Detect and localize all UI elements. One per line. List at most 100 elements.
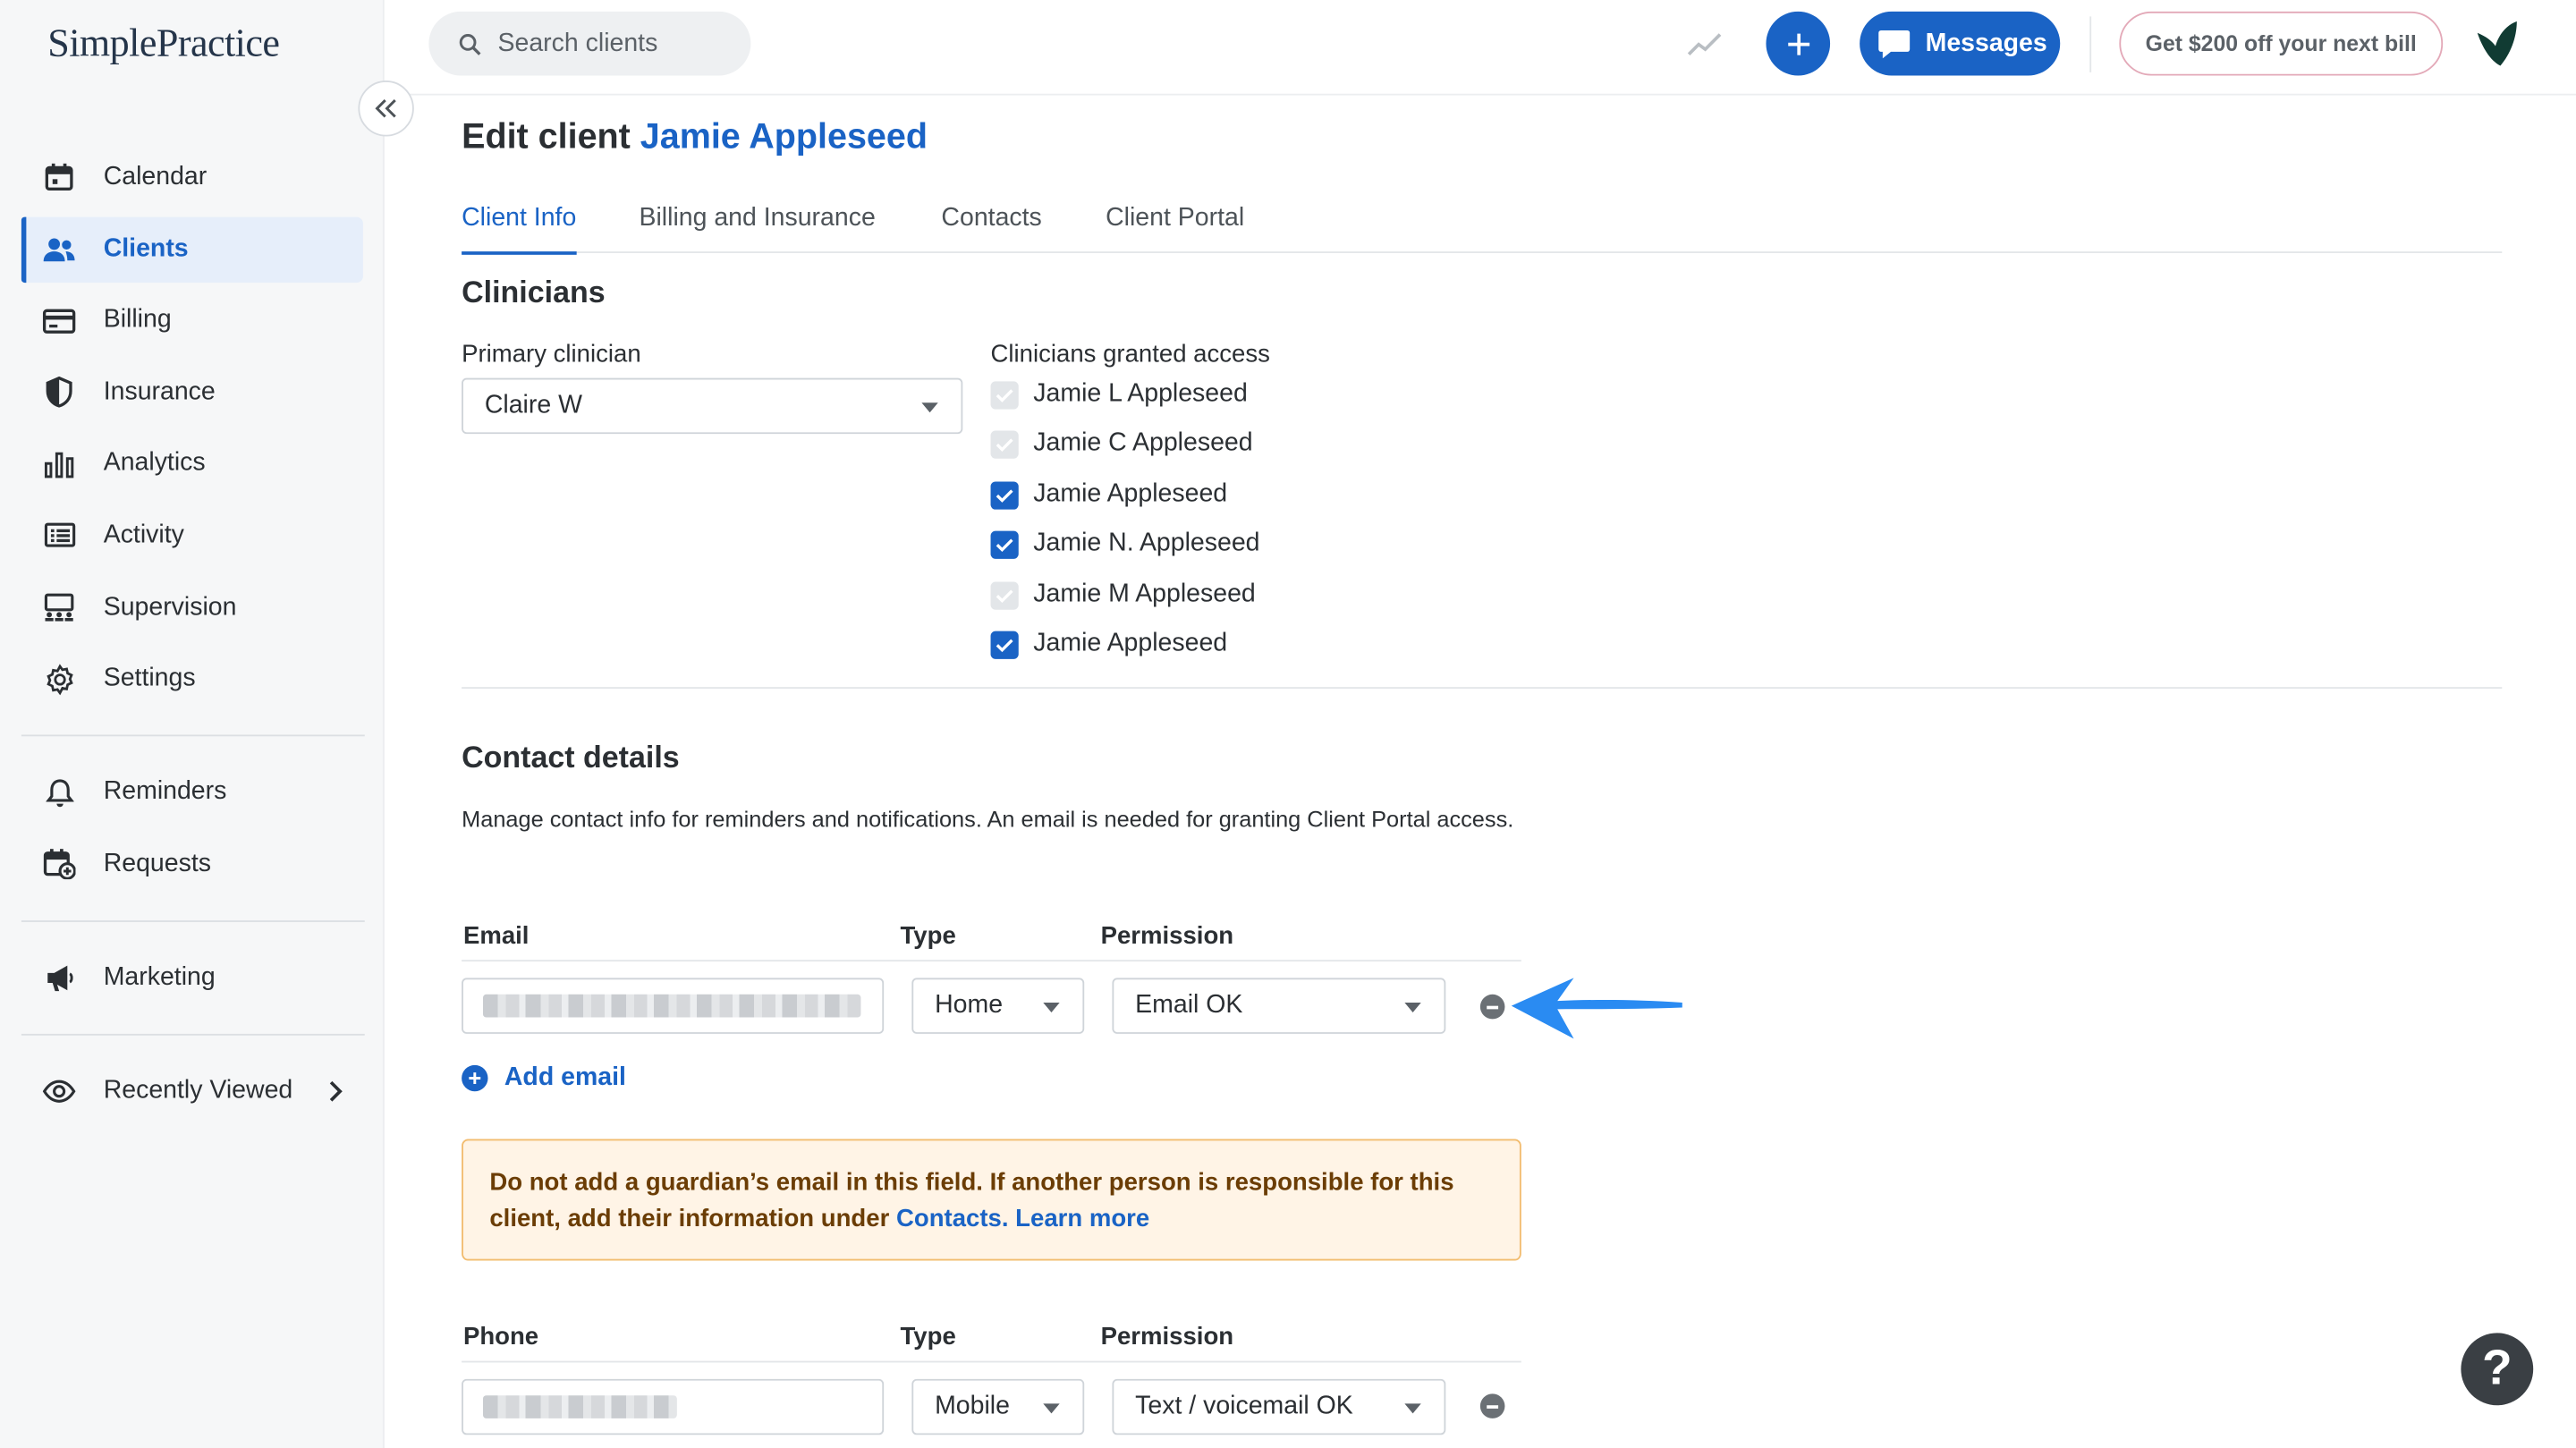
sidebar-item-reminders[interactable]: Reminders: [21, 759, 363, 826]
remove-phone-button[interactable]: [1479, 1393, 1505, 1418]
users-icon: [41, 231, 77, 267]
sidebar-nav: Calendar Clients Billing Insurance Analy…: [21, 145, 365, 1130]
caret-down-icon: [1043, 1403, 1060, 1414]
help-label: ?: [2481, 1341, 2512, 1396]
messages-button[interactable]: Messages: [1860, 11, 2061, 76]
clinician-name: Jamie M Appleseed: [1033, 580, 1256, 608]
plus-circle-icon: [462, 1064, 488, 1092]
sidebar-item-marketing[interactable]: Marketing: [21, 944, 363, 1011]
add-new-button[interactable]: [1766, 11, 1831, 76]
primary-clinician-label: Primary clinician: [462, 340, 641, 368]
clinician-access-row: Jamie C Appleseed: [990, 428, 1253, 461]
promo-referral-button[interactable]: Get $200 off your next bill: [2119, 11, 2444, 76]
brand-leaf-icon[interactable]: [2470, 16, 2523, 77]
sidebar-item-label: Marketing: [103, 962, 216, 991]
search-input[interactable]: [497, 29, 728, 59]
add-email-label: Add email: [504, 1063, 626, 1092]
top-bar: Messages Get $200 off your next bill: [384, 0, 2576, 96]
email-permission-value: Email OK: [1135, 991, 1243, 1020]
sidebar-item-requests[interactable]: Requests: [21, 831, 363, 897]
search-icon: [458, 32, 481, 55]
collapse-sidebar-button[interactable]: [358, 80, 414, 137]
clinician-access-row: Jamie M Appleseed: [990, 579, 1256, 612]
email-permission-select[interactable]: Email OK: [1112, 978, 1446, 1034]
email-type-value: Home: [935, 991, 1004, 1020]
contacts-link[interactable]: Contacts.: [896, 1205, 1009, 1232]
search-box[interactable]: [428, 11, 751, 76]
checkbox-checked[interactable]: [990, 529, 1019, 558]
sidebar-item-insurance[interactable]: Insurance: [21, 360, 363, 426]
supervision-icon: [41, 589, 77, 625]
sidebar-item-label: Recently Viewed: [103, 1076, 293, 1105]
clinician-access-row: Jamie L Appleseed: [990, 378, 1248, 411]
sidebar: SimplePractice Calendar Clients Billing: [0, 0, 385, 1448]
email-type-select[interactable]: Home: [911, 978, 1085, 1034]
phone-type-select[interactable]: Mobile: [911, 1378, 1085, 1435]
trend-line-icon[interactable]: [1685, 26, 1724, 67]
sidebar-item-calendar[interactable]: Calendar: [21, 145, 363, 211]
caret-down-icon: [1404, 1002, 1421, 1013]
credit-card-icon: [41, 302, 77, 338]
learn-more-link[interactable]: Learn more: [1015, 1205, 1149, 1232]
phone-permission-value: Text / voicemail OK: [1135, 1392, 1353, 1420]
tab-client-info[interactable]: Client Info: [462, 204, 577, 255]
remove-email-button[interactable]: [1479, 994, 1505, 1020]
sidebar-item-label: Insurance: [103, 377, 216, 406]
sidebar-item-clients[interactable]: Clients: [21, 216, 363, 283]
add-email-link[interactable]: Add email: [462, 1063, 626, 1093]
help-button[interactable]: ?: [2461, 1333, 2534, 1406]
email-type-column-header: Type: [900, 921, 956, 951]
clinician-access-row[interactable]: Jamie Appleseed: [990, 628, 1227, 661]
clinician-access-row[interactable]: Jamie N. Appleseed: [990, 528, 1259, 561]
shield-icon: [41, 375, 77, 411]
tab-billing-and-insurance[interactable]: Billing and Insurance: [639, 204, 875, 253]
plus-icon: [1785, 30, 1811, 56]
clinician-access-row[interactable]: Jamie Appleseed: [990, 478, 1227, 512]
client-name-link[interactable]: Jamie Appleseed: [640, 116, 928, 156]
email-column-header: Email: [462, 921, 530, 951]
sidebar-item-label: Supervision: [103, 592, 237, 621]
checkbox-disabled: [990, 380, 1019, 409]
chevron-right-icon: [328, 1080, 343, 1111]
sidebar-item-label: Activity: [103, 521, 184, 549]
logo-text: SimplePractice: [47, 22, 280, 66]
clinicians-section-title: Clinicians: [462, 274, 606, 309]
sidebar-item-analytics[interactable]: Analytics: [21, 431, 363, 497]
phone-permission-column-header: Permission: [1100, 1323, 1234, 1351]
sidebar-item-billing[interactable]: Billing: [21, 288, 363, 354]
checkbox-checked[interactable]: [990, 480, 1019, 509]
contact-details-section-title: Contact details: [462, 739, 680, 775]
sidebar-item-label: Clients: [103, 234, 189, 263]
sidebar-item-label: Settings: [103, 664, 196, 692]
phone-input[interactable]: [462, 1378, 885, 1435]
tab-contacts[interactable]: Contacts: [941, 204, 1041, 253]
sidebar-item-recently-viewed[interactable]: Recently Viewed: [21, 1058, 363, 1124]
phone-permission-select[interactable]: Text / voicemail OK: [1112, 1378, 1446, 1435]
primary-clinician-select[interactable]: Claire W: [462, 377, 963, 435]
page-title: Edit client Jamie Appleseed: [462, 116, 928, 157]
sidebar-item-settings[interactable]: Settings: [21, 647, 363, 713]
app-logo[interactable]: SimplePractice: [47, 22, 280, 68]
page-title-prefix: Edit client: [462, 116, 631, 157]
clinician-name: Jamie L Appleseed: [1033, 379, 1248, 408]
gear-icon: [41, 661, 77, 697]
clinicians-granted-label: Clinicians granted access: [990, 340, 1270, 368]
sidebar-item-activity[interactable]: Activity: [21, 503, 363, 569]
double-chevron-left-icon: [375, 98, 398, 118]
sidebar-item-label: Calendar: [103, 162, 208, 191]
tab-client-portal[interactable]: Client Portal: [1106, 204, 1244, 253]
bar-chart-icon: [41, 446, 77, 482]
checkbox-disabled: [990, 580, 1019, 609]
sidebar-item-supervision[interactable]: Supervision: [21, 574, 363, 640]
email-input[interactable]: [462, 978, 885, 1034]
checkbox-checked[interactable]: [990, 630, 1019, 658]
sidebar-divider: [21, 734, 365, 737]
annotation-arrow-icon: [1508, 977, 1689, 1051]
calendar-icon: [41, 159, 77, 195]
redacted-phone-value: [482, 1395, 677, 1418]
table-header-divider: [462, 1360, 1521, 1363]
checkbox-disabled: [990, 429, 1019, 458]
email-permission-column-header: Permission: [1100, 921, 1234, 951]
sidebar-item-label: Requests: [103, 849, 211, 877]
tab-bar: Client Info Billing and Insurance Contac…: [462, 200, 2503, 255]
